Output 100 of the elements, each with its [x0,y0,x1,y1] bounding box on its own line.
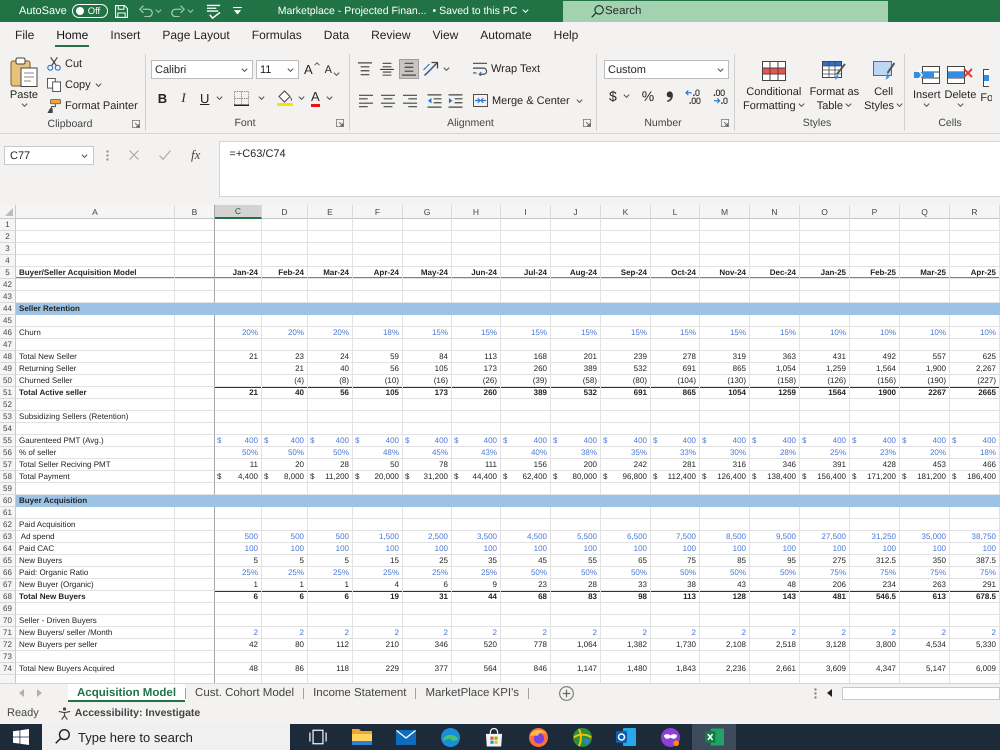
sheet-tab[interactable]: Cust. Cohort Model [186,684,304,702]
number-format-dropdown[interactable]: Custom [604,60,729,79]
menu-tab[interactable]: Help [552,25,580,47]
save-icon[interactable] [114,4,128,18]
menu-tab[interactable]: Automate [479,25,533,47]
increase-indent-icon[interactable] [448,94,463,108]
align-right-icon[interactable] [403,94,417,108]
style-button[interactable]: Cell Styles [864,58,904,116]
menu-tab[interactable]: Formulas [250,25,303,47]
row-header[interactable]: 47 [0,339,16,351]
sheet-tab[interactable]: Acquisition Model [68,684,186,702]
row-header[interactable]: 57 [0,459,16,471]
menu-tab[interactable]: Review [370,25,412,47]
row-header[interactable]: 70 [0,615,16,627]
insert-function-button[interactable]: fx [191,147,200,163]
percent-style-button[interactable]: % [642,88,654,104]
row-header[interactable]: 49 [0,363,16,375]
row-header[interactable]: 54 [0,423,16,435]
fill-color-button[interactable] [277,88,305,108]
copy-button[interactable]: Copy [47,74,138,96]
sheet-tab[interactable]: Income Statement [304,684,416,702]
dialog-launcher-icon[interactable] [583,119,591,128]
sheet-tab[interactable]: MarketPlace KPI's [416,684,528,702]
row-header[interactable]: 69 [0,603,16,615]
undo-icon[interactable] [138,5,153,17]
row-header[interactable]: 45 [0,315,16,327]
menu-tab[interactable]: Data [322,25,350,47]
row-header[interactable]: 66 [0,567,16,579]
row-header[interactable]: 2 [0,231,16,243]
dropdown-triangle-icon[interactable] [232,7,242,15]
font-size-dropdown[interactable]: 11 [256,60,299,79]
column-header[interactable]: A [16,205,175,219]
currency-format-button[interactable]: $ [609,88,630,104]
row-header[interactable]: 60 [0,495,16,507]
cut-button[interactable]: Cut [47,54,138,75]
row-header[interactable]: 55 [0,435,16,447]
plus-circle-icon[interactable] [559,686,574,700]
row-header[interactable]: 44 [0,303,16,315]
column-header[interactable]: D [262,205,308,219]
column-header[interactable]: P [850,205,900,219]
row-header[interactable]: 46 [0,327,16,339]
row-header[interactable]: 73 [0,651,16,663]
font-name-dropdown[interactable]: Calibri [151,60,253,79]
decimal-left-arrow-icon[interactable] [685,88,702,104]
row-header[interactable]: 62 [0,519,16,531]
row-header[interactable]: 52 [0,399,16,411]
vertical-dots-icon[interactable] [814,688,817,698]
align-left-icon[interactable] [359,94,373,108]
grow-font-button[interactable]: A [304,62,320,77]
row-header[interactable]: 67 [0,579,16,591]
name-box[interactable]: C77 [4,146,94,165]
row-header[interactable]: 56 [0,447,16,459]
style-button[interactable]: Conditional Formatting [743,58,805,116]
column-header[interactable]: B [175,205,215,219]
column-header[interactable]: J [551,205,601,219]
column-header[interactable]: I [501,205,551,219]
underline-button[interactable]: U [194,88,224,108]
style-button[interactable]: Format as Table [810,58,860,116]
cells-button[interactable]: Fo [980,58,992,116]
dialog-launcher-icon[interactable] [336,119,344,128]
row-header[interactable]: 63 [0,531,16,543]
row-header[interactable]: 59 [0,483,16,495]
autosave-toggle[interactable]: Off [72,4,108,18]
menu-tab[interactable]: Page Layout [161,25,231,47]
dialog-launcher-icon[interactable] [132,120,140,128]
formula-field[interactable]: =+C63/C74 [219,141,1000,197]
row-header[interactable]: 61 [0,507,16,519]
horizontal-scrollbar[interactable] [842,686,1000,700]
cells-button[interactable]: Delete [944,58,976,116]
menu-tab[interactable]: File [14,25,36,47]
row-header[interactable]: 53 [0,411,16,423]
format-painter-button[interactable]: Format Painter [47,95,138,116]
column-header[interactable]: L [651,205,700,219]
column-header[interactable]: F [353,205,403,219]
comma-icon[interactable] [666,90,674,102]
menu-tab[interactable]: View [432,25,460,47]
row-header[interactable]: 1 [0,219,16,231]
decrease-indent-icon[interactable] [427,94,442,108]
paste-button[interactable]: Paste [7,54,41,116]
wrap-text-button[interactable]: Wrap Text [473,58,583,79]
row-header[interactable]: 74 [0,663,16,675]
save-status-button[interactable]: • Saved to this PC [432,5,530,17]
menu-tab[interactable]: Insert [109,25,142,47]
row-header[interactable]: 71 [0,627,16,639]
taskbar-search-field[interactable]: Type here to search [42,724,290,750]
column-header[interactable]: H [452,205,501,219]
row-header[interactable]: 3 [0,243,16,255]
italic-button[interactable]: I [173,88,194,108]
row-header[interactable]: 51 [0,387,16,399]
column-header[interactable]: Q [900,205,950,219]
row-header[interactable]: 5 [0,267,16,279]
shrink-font-button[interactable]: A [324,64,340,76]
column-header[interactable]: M [700,205,750,219]
merge-center-button[interactable]: Merge & Center [473,90,583,111]
row-header[interactable]: 48 [0,351,16,363]
column-header[interactable]: O [800,205,850,219]
row-header[interactable]: 58 [0,471,16,483]
column-header[interactable]: C [215,205,262,219]
font-color-button[interactable]: A [311,88,333,108]
row-header[interactable]: 64 [0,543,16,555]
